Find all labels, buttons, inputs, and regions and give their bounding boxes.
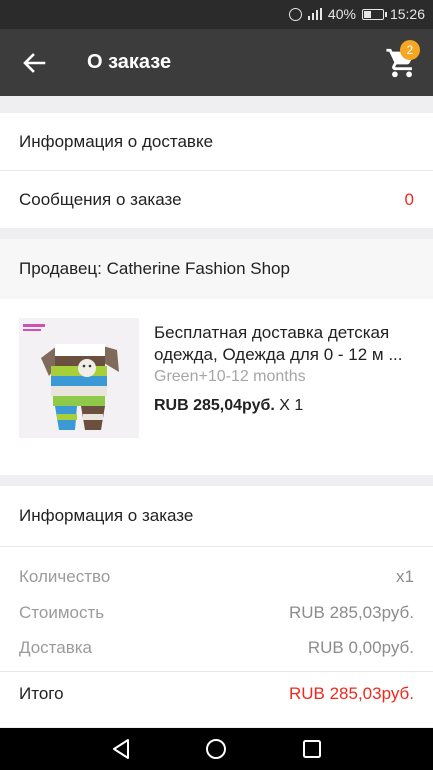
product-price-row: RUB 285,04руб. X 1 bbox=[154, 397, 303, 415]
product-image[interactable] bbox=[19, 318, 139, 438]
total-label: Итого bbox=[19, 684, 64, 703]
order-summary: Количество x1 Стоимость RUB 285,03руб. Д… bbox=[0, 547, 433, 727]
quantity-value: x1 bbox=[396, 567, 414, 586]
product-title-line2: одежда, Одежда для 0 - 12 м ... bbox=[154, 345, 403, 364]
seller-name: Продавец: Catherine Fashion Shop bbox=[19, 259, 290, 278]
product-quantity: X 1 bbox=[279, 397, 304, 414]
system-nav-bar bbox=[0, 728, 433, 770]
product-title[interactable]: Бесплатная доставка детская одежда, Одеж… bbox=[154, 322, 418, 366]
total-row: Итого RUB 285,03руб. bbox=[0, 684, 433, 708]
quantity-row: Количество x1 bbox=[0, 567, 433, 591]
delivery-info-label: Информация о доставке bbox=[19, 132, 214, 151]
shipping-label: Доставка bbox=[19, 638, 93, 657]
battery-icon bbox=[361, 8, 387, 20]
clock: 15:26 bbox=[389, 6, 425, 22]
order-info-title: Информация о заказе bbox=[19, 506, 194, 525]
shipping-row: Доставка RUB 0,00руб. bbox=[0, 638, 433, 662]
shipping-value: RUB 0,00руб. bbox=[307, 638, 414, 657]
order-info-header: Информация о заказе bbox=[0, 486, 433, 546]
order-messages-row[interactable]: Сообщения о заказе 0 bbox=[0, 171, 433, 228]
seller-header[interactable]: Продавец: Catherine Fashion Shop bbox=[0, 239, 433, 299]
order-messages-count: 0 bbox=[404, 190, 414, 209]
cost-row: Стоимость RUB 285,03руб. bbox=[0, 603, 433, 627]
battery-percent: 40% bbox=[327, 6, 356, 22]
delivery-info-row[interactable]: Информация о доставке bbox=[0, 113, 433, 170]
total-value: RUB 285,03руб. bbox=[288, 684, 414, 703]
signal-icon bbox=[307, 8, 322, 20]
product-variant: Green+10-12 months bbox=[154, 368, 306, 385]
cost-label: Стоимость bbox=[19, 603, 105, 622]
alarm-icon bbox=[288, 7, 302, 21]
status-bar: 40% 15:26 bbox=[0, 0, 433, 29]
product-price: RUB 285,04руб. bbox=[154, 397, 275, 414]
page-title: О заказе bbox=[87, 51, 172, 73]
product-title-line1: Бесплатная доставка детская bbox=[154, 323, 390, 342]
quantity-label: Количество bbox=[19, 567, 111, 586]
delivery-messages-block: Информация о доставке Сообщения о заказе… bbox=[0, 113, 433, 228]
home-circle-icon[interactable] bbox=[206, 739, 226, 759]
back-arrow-icon[interactable] bbox=[18, 47, 50, 79]
back-triangle-icon[interactable] bbox=[113, 739, 129, 759]
divider bbox=[0, 671, 433, 672]
app-bar: О заказе 2 bbox=[0, 29, 433, 96]
cart-count-badge: 2 bbox=[400, 40, 420, 60]
order-messages-label: Сообщения о заказе bbox=[19, 190, 182, 209]
recents-square-icon[interactable] bbox=[303, 740, 321, 758]
cost-value: RUB 285,03руб. bbox=[288, 603, 414, 622]
